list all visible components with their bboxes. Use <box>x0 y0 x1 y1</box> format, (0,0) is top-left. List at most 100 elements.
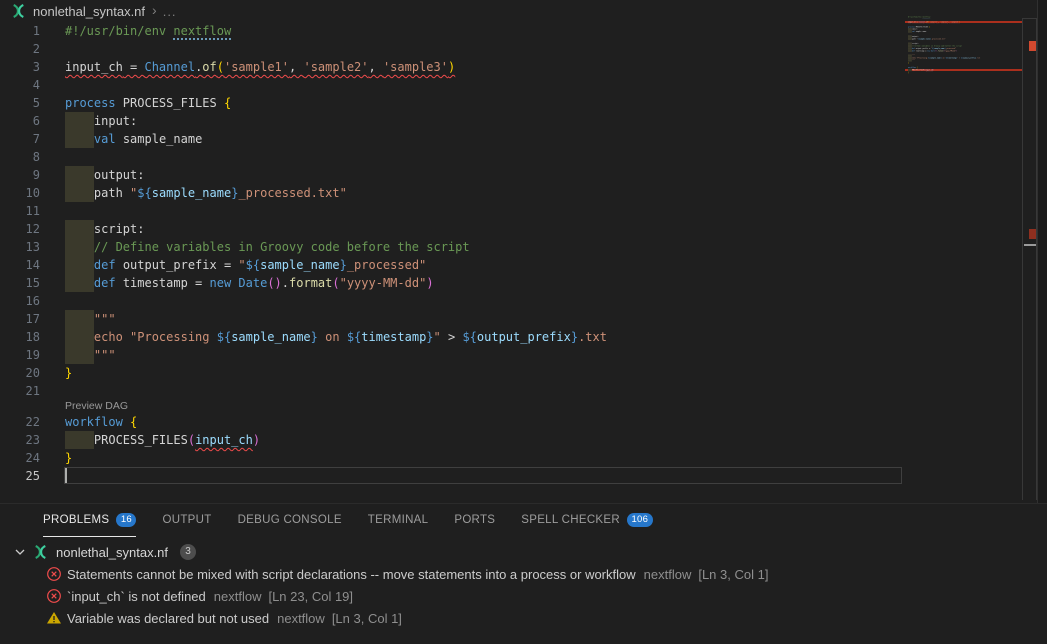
line-number[interactable]: 17 <box>0 310 40 328</box>
gutter-decorations[interactable] <box>40 292 65 310</box>
code-line-25[interactable]: 25 <box>0 467 1047 485</box>
code-line-7[interactable]: 7 val sample_name <box>0 130 1047 148</box>
line-content[interactable] <box>908 74 1022 76</box>
line-content[interactable] <box>65 202 1047 220</box>
gutter-decorations[interactable] <box>40 130 65 148</box>
line-number[interactable]: 16 <box>0 292 40 310</box>
code-line-14[interactable]: 14 def output_prefix = "${sample_name}_p… <box>0 256 1047 274</box>
code-line-21[interactable]: 21 <box>0 382 1047 400</box>
code-line-4[interactable]: 4 <box>0 76 1047 94</box>
code-line-16[interactable]: 16 <box>0 292 1047 310</box>
problem-row-error[interactable]: Statements cannot be mixed with script d… <box>0 563 1047 585</box>
code-line-11[interactable]: 11 <box>0 202 1047 220</box>
gutter-decorations[interactable] <box>40 310 65 328</box>
line-content[interactable]: def timestamp = new Date().format("yyyy-… <box>65 274 1047 292</box>
panel-tab-problems[interactable]: PROBLEMS16 <box>43 504 136 537</box>
code-line-22[interactable]: 22 workflow { <box>0 413 1047 431</box>
gutter-decorations[interactable] <box>40 94 65 112</box>
line-number[interactable]: 4 <box>0 76 40 94</box>
line-number[interactable]: 18 <box>0 328 40 346</box>
line-number[interactable]: 1 <box>0 22 40 40</box>
line-content[interactable]: output: <box>65 166 1047 184</box>
gutter-decorations[interactable] <box>40 112 65 130</box>
problem-row-warning[interactable]: Variable was declared but not usednextfl… <box>0 607 1047 629</box>
line-number[interactable]: 22 <box>0 413 40 431</box>
line-number[interactable]: 2 <box>0 40 40 58</box>
line-content[interactable] <box>65 76 1047 94</box>
line-number[interactable]: 25 <box>0 467 40 485</box>
code-line-19[interactable]: 19 """ <box>0 346 1047 364</box>
line-content[interactable]: def output_prefix = "${sample_name}_proc… <box>65 256 1047 274</box>
codelens-preview-dag[interactable]: Preview DAG <box>65 400 1047 413</box>
gutter-decorations[interactable] <box>40 364 65 382</box>
panel-tab-debug-console[interactable]: DEBUG CONSOLE <box>238 504 342 537</box>
line-content[interactable] <box>65 382 1047 400</box>
panel-tab-ports[interactable]: PORTS <box>454 504 495 537</box>
gutter-decorations[interactable] <box>40 58 65 76</box>
line-number[interactable]: 14 <box>0 256 40 274</box>
line-content[interactable]: workflow { <box>65 413 1047 431</box>
line-number[interactable]: 23 <box>0 431 40 449</box>
code-line-17[interactable]: 17 """ <box>0 310 1047 328</box>
line-content[interactable]: echo "Processing ${sample_name} on ${tim… <box>65 328 1047 346</box>
line-number[interactable]: 12 <box>0 220 40 238</box>
problems-file-group[interactable]: nonlethal_syntax.nf 3 <box>0 541 1047 563</box>
line-content[interactable]: #!/usr/bin/env nextflow <box>65 22 1047 40</box>
panel-tab-output[interactable]: OUTPUT <box>162 504 211 537</box>
code-line-2[interactable]: 2 <box>0 40 1047 58</box>
code-line-18[interactable]: 18 echo "Processing ${sample_name} on ${… <box>0 328 1047 346</box>
line-content[interactable]: """ <box>65 310 1047 328</box>
line-content[interactable] <box>65 292 1047 310</box>
line-content[interactable]: script: <box>65 220 1047 238</box>
gutter-decorations[interactable] <box>40 76 65 94</box>
gutter-decorations[interactable] <box>40 328 65 346</box>
code-line-23[interactable]: 23 PROCESS_FILES(input_ch) <box>0 431 1047 449</box>
code-editor[interactable]: 1 #!/usr/bin/env nextflow 23 input_ch = Cha… <box>0 22 1047 503</box>
gutter-decorations[interactable] <box>40 467 65 485</box>
gutter-decorations[interactable] <box>40 148 65 166</box>
panel-tab-spell-checker[interactable]: SPELL CHECKER106 <box>521 504 652 537</box>
code-line-9[interactable]: 9 output: <box>0 166 1047 184</box>
gutter-decorations[interactable] <box>40 413 65 431</box>
code-line-5[interactable]: 5process PROCESS_FILES { <box>0 94 1047 112</box>
code-line-24[interactable]: 24} <box>0 449 1047 467</box>
line-content[interactable]: """ <box>65 346 1047 364</box>
line-content[interactable]: PROCESS_FILES(input_ch) <box>65 431 1047 449</box>
code-line-25[interactable] <box>908 74 1022 76</box>
line-number[interactable]: 24 <box>0 449 40 467</box>
code-line-6[interactable]: 6 input: <box>0 112 1047 130</box>
line-number[interactable]: 6 <box>0 112 40 130</box>
gutter-decorations[interactable] <box>40 184 65 202</box>
line-content[interactable] <box>65 40 1047 58</box>
line-content[interactable]: // Define variables in Groovy code befor… <box>65 238 1047 256</box>
line-content[interactable]: } <box>65 449 1047 467</box>
gutter-decorations[interactable] <box>40 256 65 274</box>
line-content[interactable]: val sample_name <box>65 130 1047 148</box>
breadcrumb-filename[interactable]: nonlethal_syntax.nf <box>33 4 145 19</box>
problem-row-error[interactable]: `input_ch` is not definednextflow[Ln 23,… <box>0 585 1047 607</box>
code-line-20[interactable]: 20} <box>0 364 1047 382</box>
line-number[interactable]: 21 <box>0 382 40 400</box>
gutter-decorations[interactable] <box>40 274 65 292</box>
gutter-decorations[interactable] <box>40 449 65 467</box>
code-line-15[interactable]: 15 def timestamp = new Date().format("yy… <box>0 274 1047 292</box>
gutter-decorations[interactable] <box>40 40 65 58</box>
line-number[interactable]: 8 <box>0 148 40 166</box>
code-line-10[interactable]: 10 path "${sample_name}_processed.txt" <box>0 184 1047 202</box>
code-line-12[interactable]: 12 script: <box>0 220 1047 238</box>
line-number[interactable]: 3 <box>0 58 40 76</box>
minimap[interactable]: #!/usr/bin/env nextflowinput_ch = Channe… <box>905 16 1022 486</box>
breadcrumb-ellipsis[interactable]: ... <box>163 4 177 19</box>
line-number[interactable]: 13 <box>0 238 40 256</box>
line-content[interactable]: input: <box>65 112 1047 130</box>
line-number[interactable]: 5 <box>0 94 40 112</box>
line-content[interactable]: } <box>65 364 1047 382</box>
line-number[interactable]: 11 <box>0 202 40 220</box>
line-content[interactable]: path "${sample_name}_processed.txt" <box>65 184 1047 202</box>
line-number[interactable]: 20 <box>0 364 40 382</box>
breadcrumb[interactable]: nonlethal_syntax.nf › ... <box>0 0 1047 22</box>
gutter-decorations[interactable] <box>40 346 65 364</box>
gutter-decorations[interactable] <box>40 202 65 220</box>
line-content[interactable]: input_ch = Channel.of('sample1', 'sample… <box>65 58 1047 76</box>
line-number[interactable]: 10 <box>0 184 40 202</box>
